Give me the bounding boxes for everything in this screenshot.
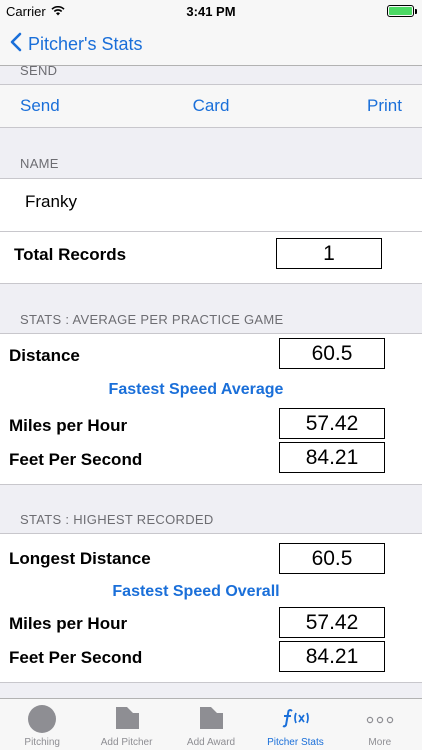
name-panel: Franky Total Records 1: [0, 178, 422, 284]
pitcher-name-field[interactable]: Franky: [25, 192, 77, 212]
battery-icon: [387, 5, 417, 17]
tab-pitcher-stats-label: Pitcher Stats: [267, 737, 324, 748]
average-mph-label: Miles per Hour: [9, 416, 128, 435]
highest-fps-label: Feet Per Second: [9, 648, 143, 667]
add-award-icon: [197, 704, 225, 737]
more-icon: [366, 711, 394, 729]
average-section-header: STATS : AVERAGE PER PRACTICE GAME: [20, 312, 284, 327]
tab-more[interactable]: More: [338, 699, 422, 750]
function-icon: [280, 708, 310, 733]
card-button[interactable]: Card: [0, 85, 422, 127]
tab-add-award-label: Add Award: [186, 737, 236, 748]
tab-pitcher-stats[interactable]: Pitcher Stats: [253, 699, 337, 750]
highest-mph-label: Miles per Hour: [9, 614, 128, 633]
average-stats-panel: Distance 60.5 Fastest Speed Average Mile…: [0, 333, 422, 485]
status-time: 3:41 PM: [186, 4, 236, 19]
back-button[interactable]: Pitcher's Stats: [10, 32, 142, 57]
highest-section-header: STATS : HIGHEST RECORDED: [20, 512, 214, 527]
fastest-speed-overall-heading: Fastest Speed Overall: [112, 583, 280, 600]
name-section-header: NAME: [20, 156, 59, 171]
send-actions-panel: Send Card Print: [0, 84, 422, 128]
average-distance-label: Distance: [9, 346, 80, 365]
tab-pitching[interactable]: Pitching: [0, 699, 84, 750]
highest-stats-panel: Longest Distance 60.5 Fastest Speed Over…: [0, 533, 422, 683]
tab-add-pitcher[interactable]: Add Pitcher: [84, 699, 168, 750]
add-pitcher-icon: [113, 704, 141, 737]
navigation-bar: Pitcher's Stats: [0, 22, 422, 66]
longest-distance-label: Longest Distance: [9, 549, 151, 568]
stats-content[interactable]: SEND Send Card Print NAME Franky Total R…: [0, 66, 422, 698]
divider: [0, 231, 422, 232]
average-mph-value: 57.42: [279, 408, 385, 439]
back-button-label: Pitcher's Stats: [28, 34, 143, 54]
print-button[interactable]: Print: [367, 85, 402, 127]
tab-more-label: More: [368, 737, 392, 748]
tab-bar: Pitching Add Pitcher Add Award Pitcher S…: [0, 698, 422, 750]
highest-mph-value: 57.42: [279, 607, 385, 638]
tab-pitching-label: Pitching: [24, 737, 60, 748]
longest-distance-value: 60.5: [279, 543, 385, 574]
status-bar: Carrier 3:41 PM: [0, 0, 422, 22]
highest-fps-value: 84.21: [279, 641, 385, 672]
chevron-left-icon: [10, 32, 22, 57]
baseball-icon: [27, 704, 57, 739]
tab-add-pitcher-label: Add Pitcher: [100, 737, 153, 748]
average-distance-value: 60.5: [279, 338, 385, 369]
send-section-header: SEND: [20, 66, 58, 78]
average-fps-label: Feet Per Second: [9, 450, 143, 469]
average-fps-value: 84.21: [279, 442, 385, 473]
fastest-speed-average-heading: Fastest Speed Average: [108, 381, 284, 398]
tab-add-award[interactable]: Add Award: [169, 699, 253, 750]
total-records-value: 1: [276, 238, 382, 269]
total-records-label: Total Records: [14, 245, 127, 264]
